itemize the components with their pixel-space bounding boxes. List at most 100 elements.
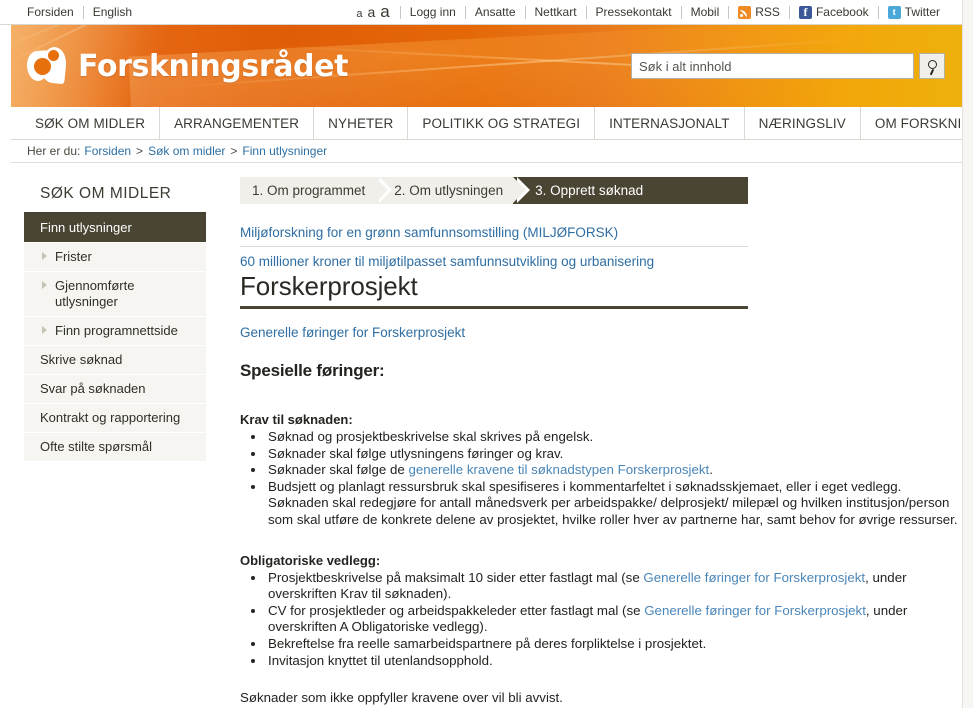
facebook-icon: f <box>798 5 812 19</box>
list-item-text: Invitasjon knyttet til utenlandsopphold. <box>268 652 493 668</box>
attachment-list-item: Bekreftelse fra reelle samarbeidspartner… <box>266 636 962 653</box>
list-item-text: Søknader skal følge utlysningens føringe… <box>268 445 564 461</box>
breadcrumb: Her er du: Forsiden > Søk om midler > Fi… <box>11 140 962 163</box>
step-tab-om-programmet[interactable]: 1. Om programmet <box>240 177 393 204</box>
utility-bar-right: a a a Logg inn Ansatte Nettkart Presseko… <box>356 2 949 22</box>
requirements-list: Søknad og prosjektbeskrivelse skal skriv… <box>240 429 962 529</box>
inline-link[interactable]: Generelle føringer for Forskerprosjekt <box>644 603 866 618</box>
sidebar-item-kontrakt-og-rapportering[interactable]: Kontrakt og rapportering <box>24 404 206 433</box>
sidebar-item-skrive-soknad[interactable]: Skrive søknad <box>24 346 206 375</box>
search-box <box>631 53 945 79</box>
utility-link-ansatte[interactable]: Ansatte <box>466 5 525 19</box>
requirement-list-item: Budsjett og planlagt ressursbruk skal sp… <box>266 479 962 529</box>
nav-item-om-forskningsradet[interactable]: OM FORSKNINGSRÅDET <box>861 107 973 139</box>
call-link[interactable]: 60 millioner kroner til miljøtilpasset s… <box>240 247 962 269</box>
utility-link-english[interactable]: English <box>84 5 141 19</box>
breadcrumb-item-sok-om-midler[interactable]: Søk om midler <box>148 144 225 158</box>
search-icon <box>928 60 937 69</box>
sidebar-item-label: Frister <box>55 249 92 264</box>
site-banner: Forskningsrådet <box>11 25 962 107</box>
search-input[interactable] <box>631 53 914 79</box>
list-item-text: Prosjektbeskrivelse på maksimalt 10 side… <box>268 569 644 585</box>
attachments-list: Prosjektbeskrivelse på maksimalt 10 side… <box>240 570 962 670</box>
sidebar-item-finn-programnettside[interactable]: Finn programnettside <box>24 317 206 346</box>
programme-link[interactable]: Miljøforskning for en grønn samfunnsomst… <box>240 225 748 247</box>
sidebar-item-gjennomforte-utlysninger[interactable]: Gjennomførte utlysninger <box>24 272 206 317</box>
utility-bar: Forsiden English a a a Logg inn Ansatte … <box>0 0 973 25</box>
font-size-small[interactable]: a <box>356 8 362 20</box>
inline-link[interactable]: generelle kravene til søknadstypen Forsk… <box>408 462 709 477</box>
breadcrumb-label: Her er du: <box>27 144 81 158</box>
sidebar-item-ofte-stilte-sporsmal[interactable]: Ofte stilte spørsmål <box>24 433 206 462</box>
utility-link-twitter[interactable]: t Twitter <box>879 5 949 19</box>
page-title: Forskerprosjekt <box>240 270 748 309</box>
page-outer-background <box>963 0 973 708</box>
page-root: Forsiden English a a a Logg inn Ansatte … <box>0 0 973 708</box>
attachments-heading: Obligatoriske vedlegg: <box>240 552 381 568</box>
font-size-switcher: a a a <box>356 2 399 22</box>
utility-link-logg-inn[interactable]: Logg inn <box>401 5 465 19</box>
utility-link-facebook[interactable]: f Facebook <box>790 5 878 19</box>
step-tab-om-utlysningen[interactable]: 2. Om utlysningen <box>375 177 530 204</box>
sidebar-item-finn-utlysninger[interactable]: Finn utlysninger <box>24 214 206 243</box>
list-item-text: Bekreftelse fra reelle samarbeidspartner… <box>268 635 707 651</box>
breadcrumb-item-forsiden[interactable]: Forsiden <box>84 144 131 158</box>
twitter-label: Twitter <box>904 5 940 19</box>
list-item-text: Søknad og prosjektbeskrivelse skal skriv… <box>268 429 594 444</box>
sidebar-title: SØK OM MIDLER <box>24 177 206 214</box>
sidebar-item-svar-pa-soknaden[interactable]: Svar på søknaden <box>24 375 206 404</box>
chevron-right-icon <box>42 281 47 289</box>
font-size-medium[interactable]: a <box>368 4 376 20</box>
sidebar-item-frister[interactable]: Frister <box>24 243 206 272</box>
chevron-right-icon <box>42 252 47 260</box>
nav-item-arrangementer[interactable]: ARRANGEMENTER <box>160 107 315 139</box>
sidebar: SØK OM MIDLER Finn utlysninger Frister G… <box>11 163 214 707</box>
breadcrumb-separator: > <box>230 144 238 158</box>
nav-item-nyheter[interactable]: NYHETER <box>314 107 409 139</box>
utility-link-rss[interactable]: RSS <box>729 5 789 19</box>
main-navigation: SØK OM MIDLER ARRANGEMENTER NYHETER POLI… <box>11 107 973 140</box>
nav-item-internasjonalt[interactable]: INTERNASJONALT <box>595 107 745 139</box>
attachment-list-item: Invitasjon knyttet til utenlandsopphold. <box>266 653 962 670</box>
sidebar-item-label: Gjennomførte utlysninger <box>55 278 135 309</box>
breadcrumb-separator: > <box>136 144 144 158</box>
twitter-icon: t <box>887 5 901 19</box>
forskningsradet-logo-icon <box>25 45 68 85</box>
general-guidelines-link[interactable]: Generelle føringer for Forskerprosjekt <box>240 325 962 340</box>
attachment-list-item: CV for prosjektleder og arbeidspakkelede… <box>266 603 962 636</box>
sidebar-item-label: Finn programnettside <box>55 323 178 338</box>
list-item-text: Budsjett og planlagt ressursbruk skal sp… <box>268 478 958 527</box>
rss-label: RSS <box>755 5 780 19</box>
utility-link-pressekontakt[interactable]: Pressekontakt <box>587 5 681 19</box>
site-logo[interactable]: Forskningsrådet <box>25 45 349 85</box>
facebook-label: Facebook <box>815 5 869 19</box>
utility-bar-left: Forsiden English <box>27 5 141 19</box>
main-content: 1. Om programmet 2. Om utlysningen 3. Op… <box>214 163 962 707</box>
inline-link[interactable]: Generelle føringer for Forskerprosjekt <box>643 570 865 585</box>
step-wizard: 1. Om programmet 2. Om utlysningen 3. Op… <box>240 177 748 204</box>
logo-text: Forskningsrådet <box>78 48 349 84</box>
nav-item-naeringsliv[interactable]: NÆRINGSLIV <box>745 107 861 139</box>
sidebar-menu: Finn utlysninger Frister Gjennomførte ut… <box>11 214 214 462</box>
chevron-right-icon <box>42 326 47 334</box>
list-item-text: . <box>709 462 713 478</box>
list-item-text: CV for prosjektleder og arbeidspakkelede… <box>268 602 645 618</box>
utility-link-forsiden[interactable]: Forsiden <box>27 5 83 19</box>
requirement-list-item: Søknader skal følge utlysningens føringe… <box>266 446 962 463</box>
content-area: SØK OM MIDLER Finn utlysninger Frister G… <box>11 163 962 707</box>
search-button[interactable] <box>919 53 945 79</box>
list-item-text: Søknader skal følge de <box>268 462 409 478</box>
nav-item-politikk-og-strategi[interactable]: POLITIKK OG STRATEGI <box>408 107 596 139</box>
breadcrumb-item-finn-utlysninger[interactable]: Finn utlysninger <box>242 144 327 158</box>
rss-icon <box>738 5 752 19</box>
nav-item-sok-om-midler[interactable]: SØK OM MIDLER <box>21 107 161 139</box>
attachment-list-item: Prosjektbeskrivelse på maksimalt 10 side… <box>266 570 962 603</box>
requirement-list-item: Søknader skal følge de generelle kravene… <box>266 462 962 479</box>
requirement-list-item: Søknad og prosjektbeskrivelse skal skriv… <box>266 429 962 446</box>
closing-note: Søknader som ikke oppfyller kravene over… <box>240 690 563 706</box>
utility-link-nettkart[interactable]: Nettkart <box>526 5 586 19</box>
utility-link-mobil[interactable]: Mobil <box>682 5 729 19</box>
step-tab-opprett-soknad[interactable]: 3. Opprett søknad <box>513 177 748 204</box>
special-guidelines-heading: Spesielle føringer: <box>240 361 385 380</box>
font-size-large[interactable]: a <box>380 2 389 22</box>
